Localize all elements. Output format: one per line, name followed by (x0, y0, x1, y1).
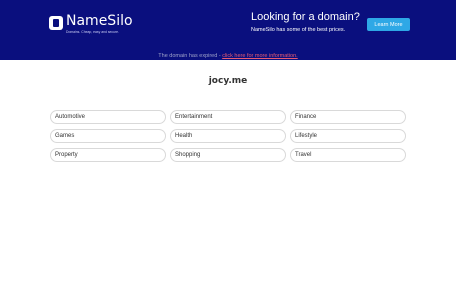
promo-title: Looking for a domain? (251, 11, 360, 23)
brand-tagline: Domains. Cheap, easy and secure. (66, 30, 119, 34)
category-shopping[interactable]: Shopping (170, 148, 286, 162)
more-info-link[interactable]: click here for more information. (222, 53, 298, 59)
namesilo-logo-icon (49, 16, 63, 30)
category-automotive[interactable]: Automotive (50, 110, 166, 124)
expired-notice-text: The domain has expired - (158, 53, 223, 59)
domain-title: jocy.me (208, 76, 248, 86)
category-lifestyle[interactable]: Lifestyle (290, 129, 406, 143)
category-property[interactable]: Property (50, 148, 166, 162)
category-finance[interactable]: Finance (290, 110, 406, 124)
brand-name: NameSilo (66, 13, 133, 29)
header-banner: NameSilo Domains. Cheap, easy and secure… (0, 0, 456, 60)
category-games[interactable]: Games (50, 129, 166, 143)
category-grid: Automotive Entertainment Finance Games H… (50, 110, 406, 162)
category-travel[interactable]: Travel (290, 148, 406, 162)
expired-notice: The domain has expired - click here for … (0, 53, 456, 59)
learn-more-button[interactable]: Learn More (367, 18, 410, 31)
category-health[interactable]: Health (170, 129, 286, 143)
category-entertainment[interactable]: Entertainment (170, 110, 286, 124)
promo-subtitle: NameSilo has some of the best prices. (251, 27, 346, 33)
